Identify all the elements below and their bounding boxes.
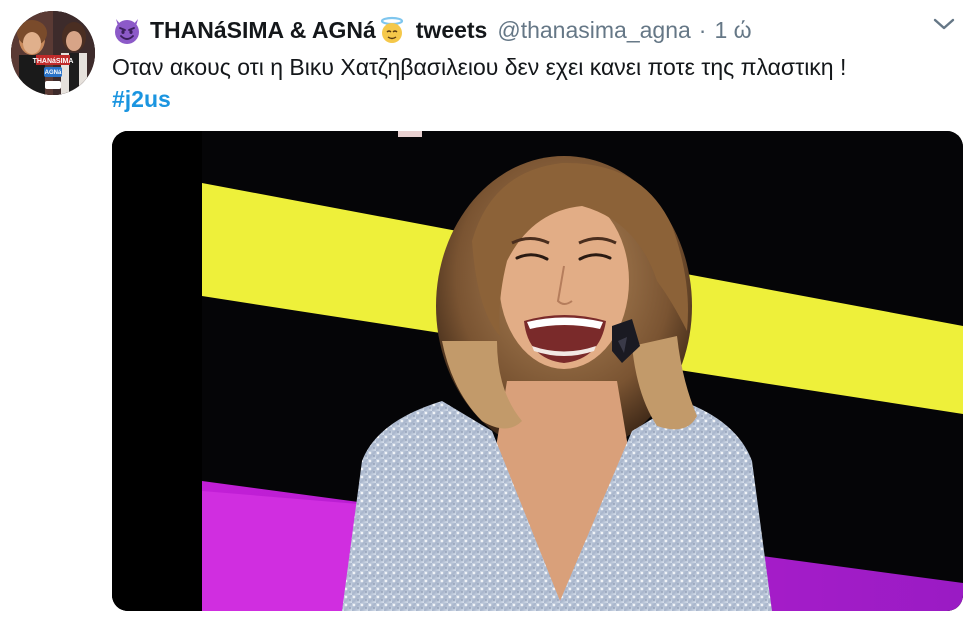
avatar[interactable]: THANáSIMA AGNá bbox=[11, 11, 95, 95]
display-name-suffix: tweets bbox=[415, 16, 488, 43]
hashtag-link[interactable]: #j2us bbox=[112, 86, 171, 113]
tweet-text: Οταν ακους οτι η Βικυ Χατζηβασιλειου δεν… bbox=[112, 54, 847, 80]
stage-photo bbox=[112, 131, 963, 611]
meta-separator: · bbox=[698, 16, 707, 43]
timestamp[interactable]: 1 ώ bbox=[714, 17, 751, 44]
smiling-devil-emoji-icon bbox=[115, 19, 139, 44]
display-name-text: THANáSIMA & AGNá bbox=[150, 16, 376, 43]
chevron-down-icon[interactable] bbox=[930, 14, 958, 34]
angel-emoji-icon bbox=[380, 16, 403, 43]
tweet-media-image[interactable] bbox=[112, 131, 963, 611]
tweet-header: THANáSIMA & AGNá tweets @thanasima_agna … bbox=[112, 12, 752, 48]
avatar-badge-text: AGNá bbox=[45, 70, 62, 76]
avatar-sign-text: THANáSIMA bbox=[33, 58, 74, 65]
tweet-card: THANáSIMA AGNá THANáSIMA & AGNá tweets @… bbox=[0, 0, 980, 629]
handle[interactable]: @thanasima_agna bbox=[497, 17, 690, 44]
avatar-image: THANáSIMA AGNá bbox=[11, 11, 95, 95]
display-name[interactable]: THANáSIMA & AGNá tweets bbox=[112, 15, 487, 45]
